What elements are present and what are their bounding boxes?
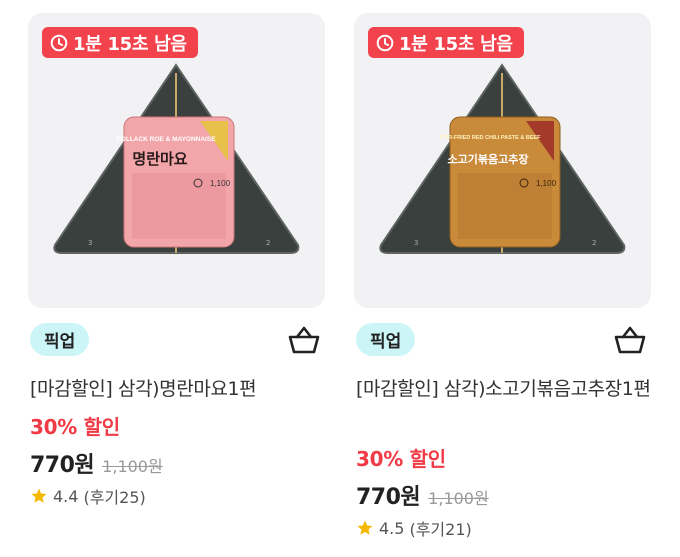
svg-text:2: 2 (266, 239, 270, 247)
discount-label: 30% 할인 (356, 447, 446, 471)
svg-text:3: 3 (88, 239, 92, 247)
label-price: 1,100 (210, 179, 231, 188)
clock-icon (376, 34, 394, 51)
time-remaining-badge: 1분 15초 남음 (42, 27, 198, 58)
pickup-badge: 픽업 (30, 323, 90, 356)
label-korean: 소고기볶음고추장 (448, 152, 529, 166)
original-price: 1,100원 (428, 489, 489, 508)
label-price: 1,100 (536, 179, 557, 188)
product-image[interactable]: POLLACK ROE & MAYONNAISE 명란마요 1,100 3 2 … (28, 13, 325, 308)
shopping-basket-icon (288, 326, 320, 354)
label-english: STIR-FRIED RED CHILI PASTE & BEEF (439, 135, 541, 141)
price-row: 770원 1,100원 (30, 447, 163, 479)
rating-row: 4.5 (후기21) (356, 516, 472, 540)
product-card[interactable]: STIR-FRIED RED CHILI PASTE & BEEF 소고기볶음고… (354, 0, 654, 539)
price-row: 770원 1,100원 (356, 479, 489, 511)
timer-text: 1분 15초 남음 (73, 33, 187, 55)
star-icon (357, 520, 373, 535)
sale-price: 770원 (356, 485, 421, 510)
clock-icon (50, 34, 68, 51)
svg-text:3: 3 (414, 239, 418, 247)
sale-price: 770원 (30, 453, 95, 478)
shopping-basket-icon (614, 326, 646, 354)
svg-text:2: 2 (592, 239, 596, 247)
time-remaining-badge: 1분 15초 남음 (368, 27, 524, 58)
original-price: 1,100원 (102, 457, 163, 476)
add-to-cart-button[interactable] (612, 322, 648, 358)
label-korean: 명란마요 (132, 150, 187, 168)
review-count: (후기21) (409, 520, 472, 539)
timer-text: 1분 15초 남음 (399, 33, 513, 55)
discount-label: 30% 할인 (30, 415, 120, 439)
pickup-badge: 픽업 (356, 323, 416, 356)
product-image[interactable]: STIR-FRIED RED CHILI PASTE & BEEF 소고기볶음고… (354, 13, 651, 308)
star-icon (31, 488, 47, 503)
rating-row: 4.4 (후기25) (30, 484, 146, 508)
rating-value: 4.4 (53, 486, 79, 506)
add-to-cart-button[interactable] (286, 322, 322, 358)
label-english: POLLACK ROE & MAYONNAISE (116, 136, 216, 143)
product-title[interactable]: [마감할인] 삼각)명란마요1편 (30, 374, 326, 405)
rating-value: 4.5 (379, 518, 405, 538)
product-card[interactable]: POLLACK ROE & MAYONNAISE 명란마요 1,100 3 2 … (28, 0, 328, 507)
product-title[interactable]: [마감할인] 삼각)소고기볶음고추장1편 (356, 374, 652, 405)
review-count: (후기25) (83, 488, 146, 507)
